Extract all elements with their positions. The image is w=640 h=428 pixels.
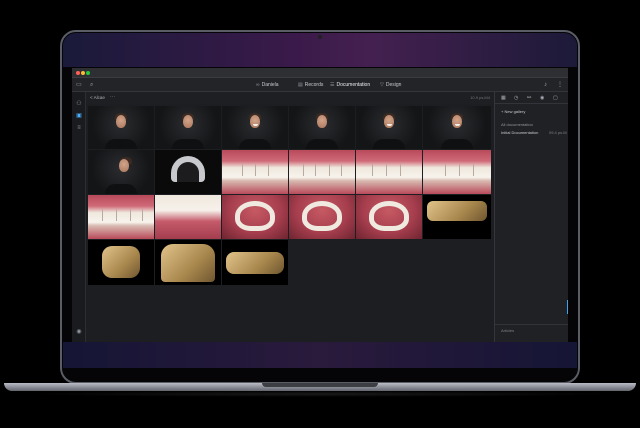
tab-patient[interactable]: ∞ Daniela [256, 81, 279, 89]
photo-portrait-profile[interactable] [88, 150, 154, 194]
photo-teeth-close-up-smile[interactable] [222, 150, 288, 194]
photo-teeth-front-open[interactable] [88, 195, 154, 239]
screen-lower-glow [63, 342, 577, 368]
calendar-icon[interactable]: ▦ [501, 95, 506, 101]
photo-teeth-lower-lip[interactable] [155, 195, 221, 239]
initial-documentation-date: 09.4 ps.M [549, 130, 567, 135]
gallery-date: 10.9 ps.M4 [470, 95, 490, 100]
laptop-mockup: ▭ ⌕ ∞ Daniela ▤ Records ☰ Documentation ▽ De… [0, 0, 640, 428]
photo-teeth-retracted-lateral[interactable] [356, 150, 422, 194]
bell-icon[interactable]: ♪ [544, 81, 547, 89]
laptop-shadow [20, 391, 620, 397]
photo-model-scan-upper[interactable] [88, 240, 154, 285]
link-chain-icon[interactable]: ⚯ [527, 95, 531, 101]
clock-icon[interactable]: ◷ [514, 95, 518, 101]
photo-occlusal-lower[interactable] [356, 195, 422, 239]
tab-documentation[interactable]: ☰ Documentation [330, 81, 370, 89]
photo-teeth-retracted-front[interactable] [289, 150, 355, 194]
gallery-icon[interactable]: ▣ [75, 112, 83, 120]
users-icon[interactable]: ⚇ [75, 100, 83, 108]
photo-portrait-smile-left[interactable] [423, 106, 491, 149]
tab-design-label: Design [385, 82, 402, 88]
photo-teeth-edge-close-up[interactable] [423, 150, 491, 194]
left-sidebar: ⚇ ▣ ≡ ◉ [72, 92, 86, 342]
records-icon: ▤ [298, 82, 303, 88]
photo-portrait-smile-front[interactable] [222, 106, 288, 149]
scrollbar[interactable] [567, 300, 568, 314]
right-panel-toolbar: ▦ ◷ ⚯ ◉ ▢ [495, 92, 568, 104]
articles-footer[interactable]: Articles [495, 324, 568, 336]
search-icon[interactable]: ⌕ [90, 81, 93, 89]
photo-model-scan-lower[interactable] [222, 240, 288, 285]
title-bar [72, 68, 568, 78]
more-icon[interactable]: ⋮ [557, 81, 563, 89]
documentation-icon: ☰ [330, 82, 335, 88]
new-gallery-label: New gallery [504, 109, 526, 114]
tab-records-label: Records [304, 82, 324, 88]
photo-portrait-three-quarter-left[interactable] [356, 106, 422, 149]
photo-occlusal-upper[interactable] [222, 195, 288, 239]
webcam [318, 35, 322, 39]
link-icon: ∞ [256, 82, 260, 88]
laptop-notch [262, 383, 378, 387]
top-toolbar: ▭ ⌕ ∞ Daniela ▤ Records ☰ Documentation ▽ De… [72, 78, 568, 102]
view-icon[interactable]: ◉ [540, 95, 544, 101]
photo-gallery [88, 106, 492, 286]
initial-documentation-item[interactable]: Initial Documentation [501, 130, 538, 135]
profile-icon[interactable]: ◉ [75, 328, 83, 336]
breadcrumb-more-button[interactable]: ··· [110, 94, 115, 100]
photo-portrait-three-quarter-right[interactable] [155, 106, 221, 149]
tab-records[interactable]: ▤ Records [298, 81, 323, 89]
photo-occlusal-upper-retracted[interactable] [289, 195, 355, 239]
close-window-button[interactable] [76, 71, 80, 75]
photo-model-scan-front[interactable] [155, 240, 221, 285]
chat-icon[interactable]: ▢ [553, 95, 558, 101]
breadcrumb[interactable]: < Alcae [90, 95, 105, 101]
tab-patient-label: Daniela [261, 82, 279, 88]
maximize-window-button[interactable] [86, 71, 90, 75]
design-icon: ▽ [380, 82, 384, 88]
right-panel: ▦ ◷ ⚯ ◉ ▢ + New gallery All documentatio… [494, 92, 568, 342]
new-gallery-button[interactable]: + New gallery [501, 109, 525, 114]
photo-portrait-neutral-front[interactable] [289, 106, 355, 149]
photo-portrait-right[interactable] [88, 106, 154, 149]
folder-icon[interactable]: ▭ [76, 81, 82, 89]
photo-panoramic-xray[interactable] [155, 150, 221, 194]
minimize-window-button[interactable] [81, 71, 85, 75]
all-documentation-link[interactable]: All documentation [501, 122, 533, 127]
list-icon[interactable]: ≡ [75, 124, 83, 132]
tab-design[interactable]: ▽ Design [380, 81, 401, 89]
breadcrumb-bar: < Alcae ··· 10.9 ps.M4 [86, 92, 494, 104]
photo-model-scan-lateral[interactable] [423, 195, 491, 239]
app-window: ▭ ⌕ ∞ Daniela ▤ Records ☰ Documentation ▽ De… [72, 68, 568, 342]
tab-documentation-label: Documentation [336, 82, 371, 88]
